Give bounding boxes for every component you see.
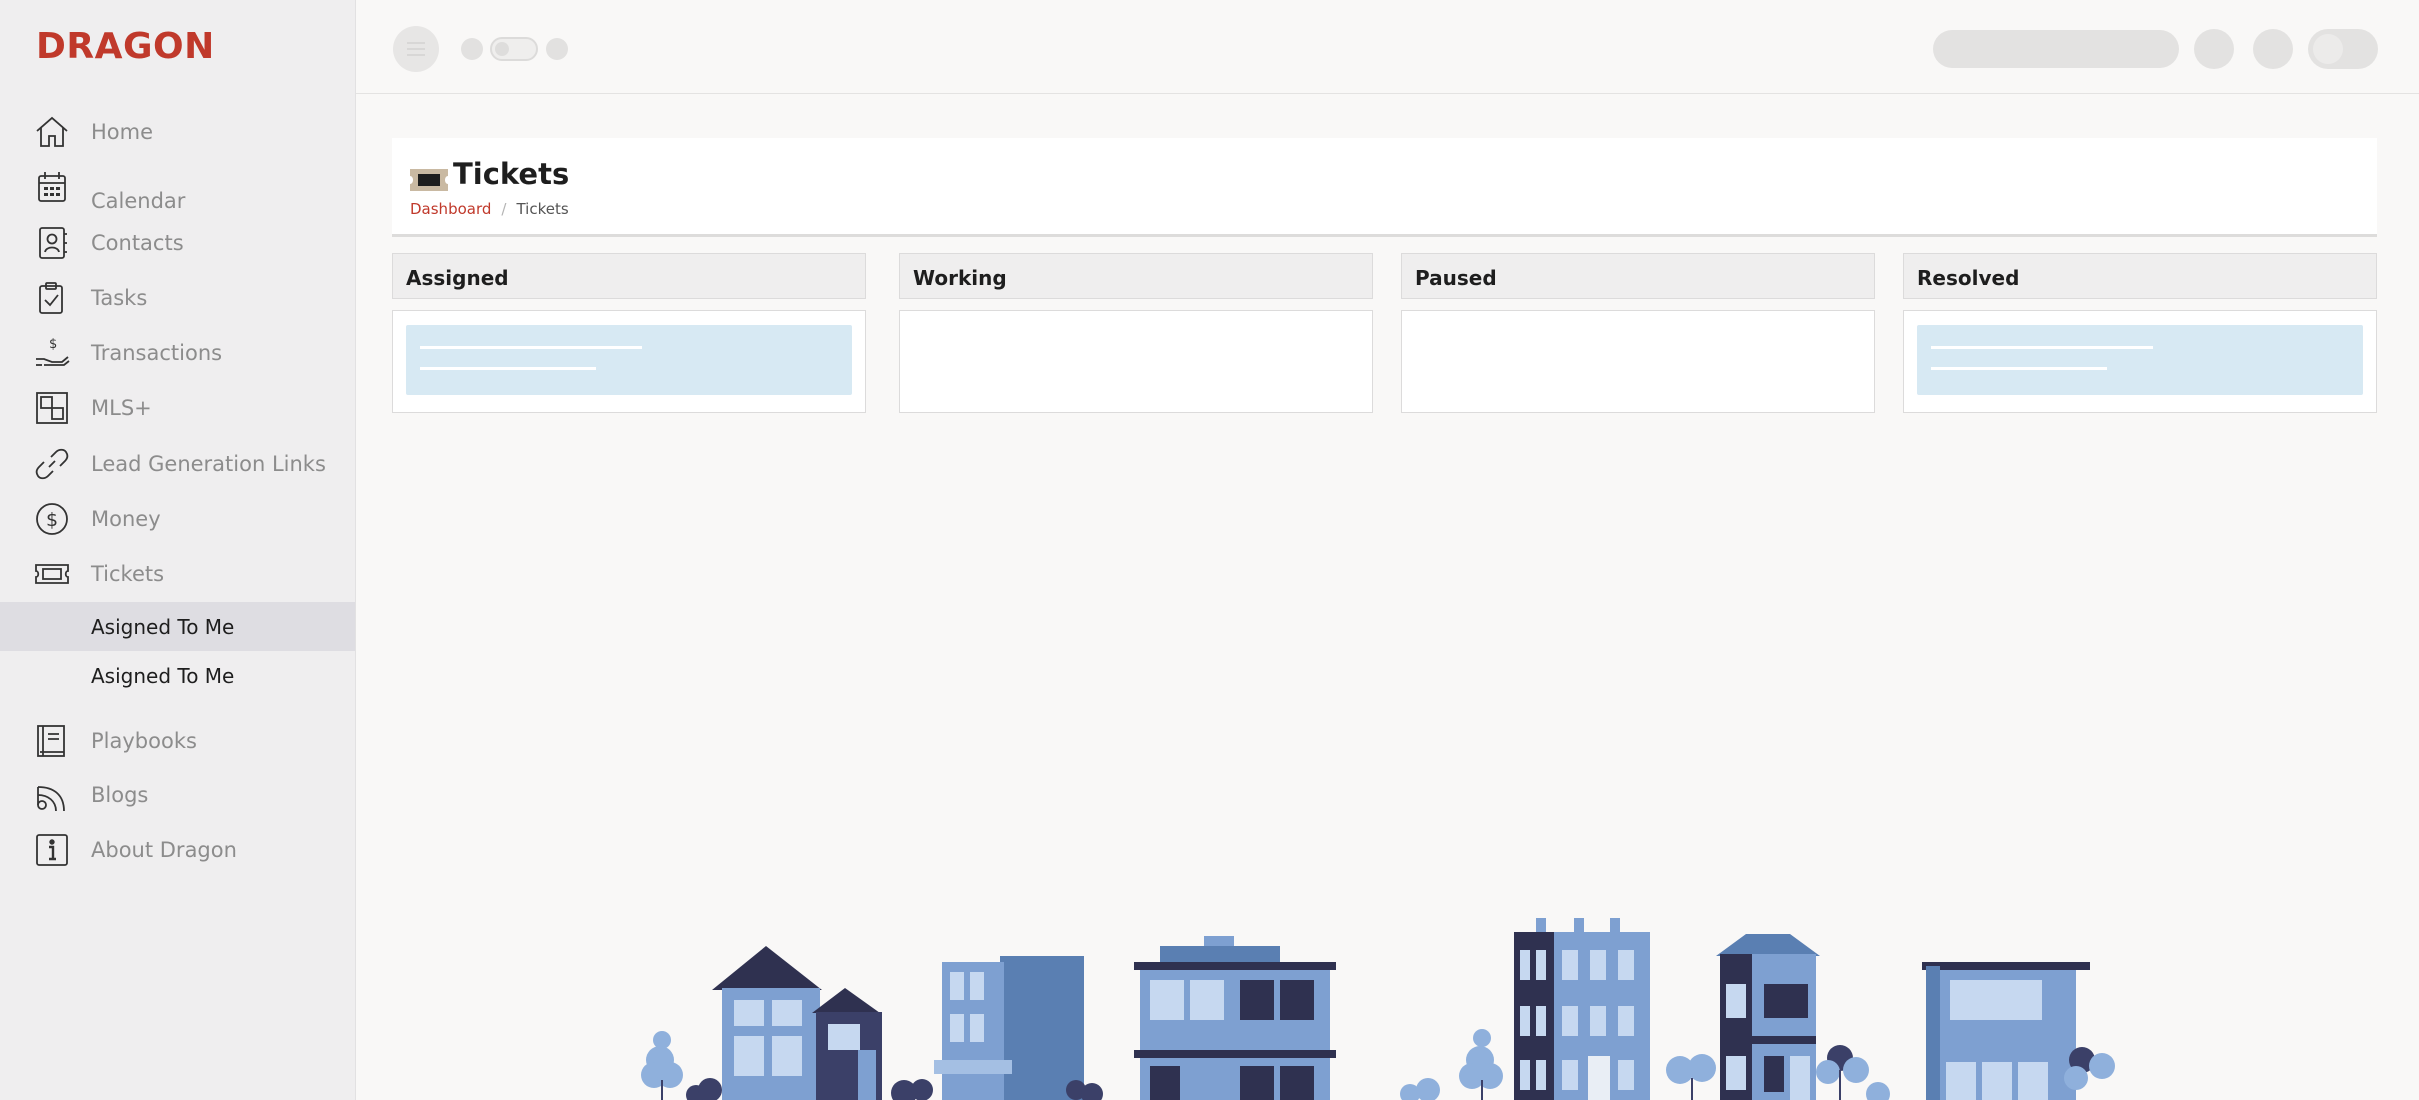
playbook-icon xyxy=(34,723,70,759)
page-title: Tickets xyxy=(453,157,570,191)
board-column-working: Working xyxy=(899,253,1373,413)
link-icon xyxy=(34,446,70,482)
home-icon xyxy=(34,114,70,150)
sidebar-item-contacts[interactable]: Contacts xyxy=(0,218,355,268)
sidebar-item-label: Home xyxy=(91,120,154,144)
column-header: Assigned xyxy=(392,253,866,299)
page-header: Tickets Dashboard / Tickets xyxy=(392,138,2377,237)
ticket-card-line xyxy=(420,346,642,349)
contacts-icon xyxy=(34,225,70,261)
column-body xyxy=(1401,310,1875,413)
sidebar-item-label: Tickets xyxy=(91,562,165,586)
sidebar-subitem-assigned-to-me[interactable]: Asigned To Me xyxy=(0,602,355,651)
profile-placeholder-button[interactable] xyxy=(2253,29,2293,69)
sidebar-item-label: Tasks xyxy=(91,286,148,310)
sidebar-item-home[interactable]: Home xyxy=(0,107,355,157)
sidebar-item-label: About Dragon xyxy=(91,838,237,862)
column-header: Resolved xyxy=(1903,253,2377,299)
sidebar-item-label: Calendar xyxy=(91,189,186,213)
ticket-card[interactable] xyxy=(406,325,852,395)
calendar-icon xyxy=(34,169,70,205)
sidebar: DRAGON Home Calendar Contacts Tasks $ Tr… xyxy=(0,0,356,1100)
city-skyline-illustration xyxy=(641,918,2115,1100)
sidebar-item-label: MLS+ xyxy=(91,396,152,420)
ticket-card-line xyxy=(1931,367,2107,370)
board-column-resolved: Resolved xyxy=(1903,253,2377,413)
ticket-icon xyxy=(34,556,70,592)
breadcrumb: Dashboard / Tickets xyxy=(410,200,569,218)
sidebar-item-label: Transactions xyxy=(91,341,223,365)
sidebar-item-tasks[interactable]: Tasks xyxy=(0,273,355,323)
search-placeholder[interactable] xyxy=(1933,30,2179,68)
sidebar-item-mls[interactable]: MLS+ xyxy=(0,383,355,433)
blogs-icon xyxy=(34,777,70,813)
hamburger-icon xyxy=(407,42,425,56)
column-header: Working xyxy=(899,253,1373,299)
column-header: Paused xyxy=(1401,253,1875,299)
theme-toggle[interactable] xyxy=(2308,29,2378,69)
placeholder-toggle[interactable] xyxy=(490,37,538,61)
placeholder-dot xyxy=(546,38,568,60)
breadcrumb-current: Tickets xyxy=(516,200,569,218)
column-body xyxy=(1903,310,2377,413)
ticket-icon xyxy=(409,165,449,195)
breadcrumb-separator: / xyxy=(501,200,507,218)
sidebar-item-label: Lead Generation Links xyxy=(91,452,326,476)
ticket-card-line xyxy=(420,367,596,370)
sidebar-item-label: Contacts xyxy=(91,231,184,255)
column-body xyxy=(392,310,866,413)
sidebar-subitem-label: Asigned To Me xyxy=(91,615,235,639)
sidebar-item-label: Playbooks xyxy=(91,729,197,753)
breadcrumb-dashboard-link[interactable]: Dashboard xyxy=(410,200,491,218)
mls-icon xyxy=(34,390,70,426)
sidebar-item-calendar[interactable]: Calendar xyxy=(0,172,355,223)
sidebar-item-lead-generation-links[interactable]: Lead Generation Links xyxy=(0,439,355,489)
sidebar-item-about-dragon[interactable]: About Dragon xyxy=(0,825,355,875)
sidebar-item-label: Blogs xyxy=(91,783,149,807)
sidebar-item-playbooks[interactable]: Playbooks xyxy=(0,716,355,766)
info-icon xyxy=(34,832,70,868)
placeholder-dot xyxy=(461,38,483,60)
board-column-assigned: Assigned xyxy=(392,253,866,413)
sidebar-item-label: Money xyxy=(91,507,161,531)
top-bar xyxy=(356,0,2419,94)
app-logo[interactable]: DRAGON xyxy=(36,26,215,67)
notification-placeholder-button[interactable] xyxy=(2194,29,2234,69)
column-body xyxy=(899,310,1373,413)
board-column-paused: Paused xyxy=(1401,253,1875,413)
tasks-icon xyxy=(34,280,70,316)
svg-text:$: $ xyxy=(46,509,58,531)
sidebar-item-blogs[interactable]: Blogs xyxy=(0,770,355,820)
sidebar-item-transactions[interactable]: $ Transactions xyxy=(0,328,355,378)
menu-toggle-button[interactable] xyxy=(393,26,439,72)
ticket-card[interactable] xyxy=(1917,325,2363,395)
money-icon: $ xyxy=(34,501,70,537)
sidebar-item-tickets[interactable]: Tickets xyxy=(0,549,355,599)
sidebar-subitem-label: Asigned To Me xyxy=(91,664,235,688)
transactions-icon: $ xyxy=(34,335,70,371)
sidebar-item-money[interactable]: $ Money xyxy=(0,494,355,544)
svg-text:$: $ xyxy=(49,337,57,352)
sidebar-subitem-assigned-to-me[interactable]: Asigned To Me xyxy=(0,651,355,700)
ticket-card-line xyxy=(1931,346,2153,349)
